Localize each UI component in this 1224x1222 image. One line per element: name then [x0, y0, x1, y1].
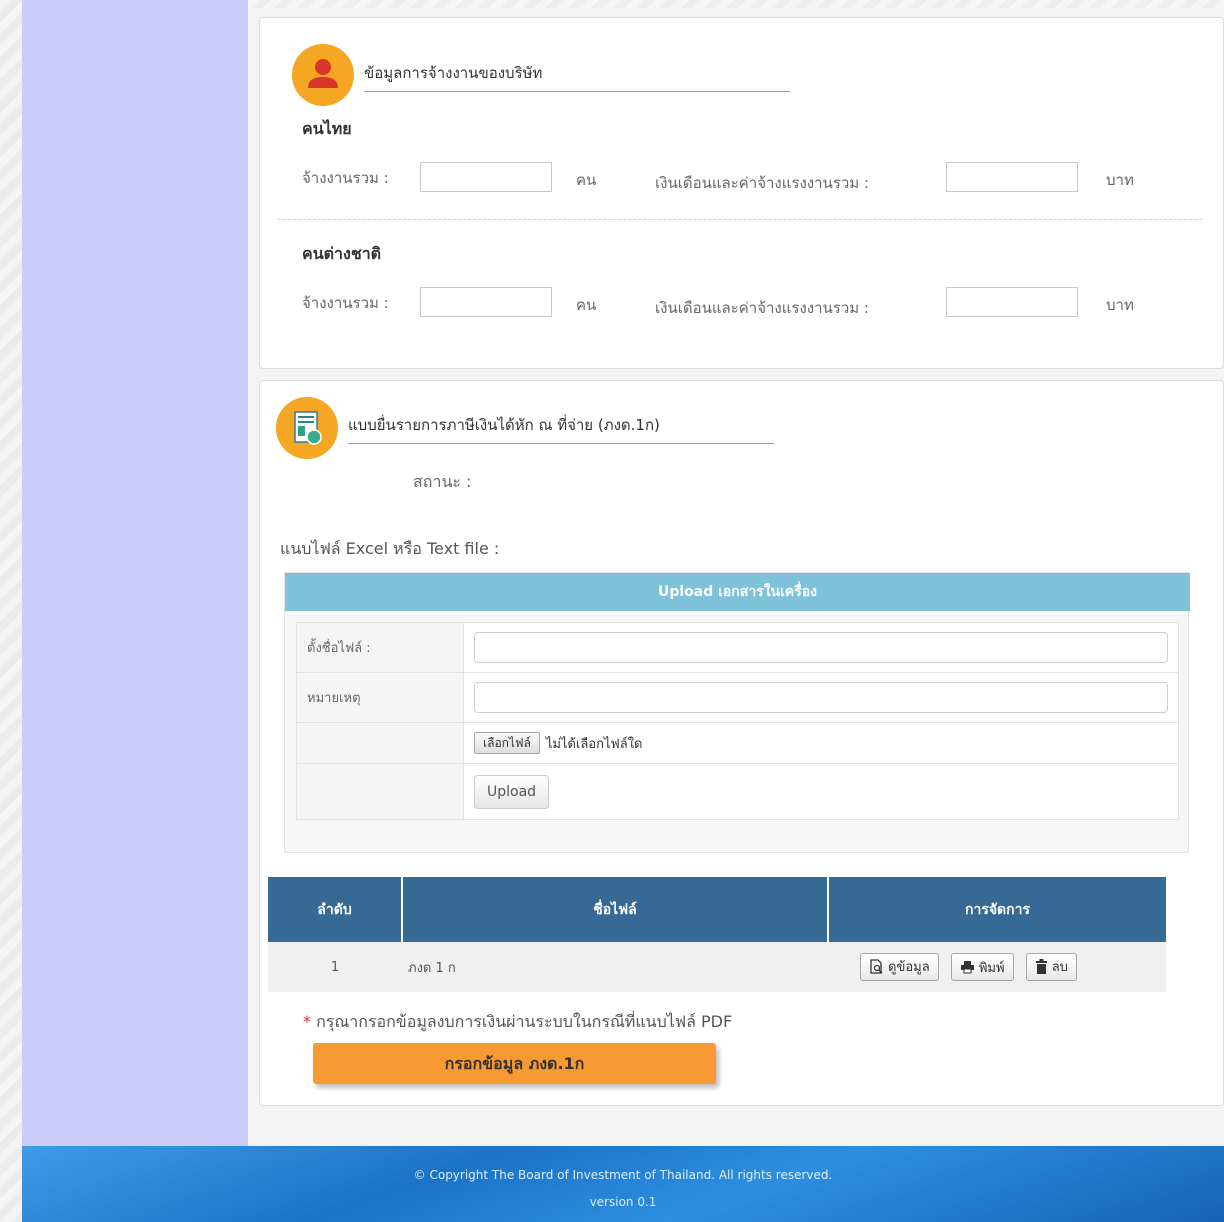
- foreign-salary-label: เงินเดือนและค่าจ้างแรงงานรวม :: [655, 299, 869, 317]
- attach-file-label: แนบไฟล์ Excel หรือ Text file :: [280, 539, 500, 558]
- row-filename: ภงด 1 ก: [402, 942, 828, 992]
- file-list-table: ลำดับ ชื่อไฟล์ การจัดการ 1 ภงด 1 ก ดูข้อ…: [268, 877, 1166, 992]
- column-header-filename: ชื่อไฟล์: [402, 877, 829, 942]
- document-chart-icon: [276, 397, 338, 459]
- pdf-note: * กรุณากรอกข้อมูลงบการเงินผ่านระบบในกรณี…: [303, 1010, 732, 1035]
- print-button[interactable]: พิมพ์: [950, 953, 1014, 982]
- view-document-icon: [870, 959, 883, 974]
- foreign-salary-input[interactable]: [946, 287, 1078, 317]
- print-button-label: พิมพ์: [978, 960, 1005, 976]
- foreign-employees-input[interactable]: [420, 287, 552, 317]
- column-header-order: ลำดับ: [268, 877, 403, 942]
- upload-button-row: Upload: [296, 763, 1179, 820]
- file-picker-row: เลือกไฟล์ ไม่ได้เลือกไฟล์ใด: [296, 722, 1179, 764]
- delete-button-label: ลบ: [1051, 960, 1068, 976]
- thai-employees-label: จ้างงานรวม :: [302, 169, 389, 187]
- column-header-actions: การจัดการ: [828, 877, 1166, 942]
- no-file-chosen-text: ไม่ได้เลือกไฟล์ใด: [545, 736, 643, 752]
- thai-group-label: คนไทย: [302, 119, 352, 138]
- view-button-label: ดูข้อมูล: [888, 960, 930, 976]
- view-button[interactable]: ดูข้อมูล: [860, 952, 939, 981]
- filename-label: ตั้งชื่อไฟล์ :: [296, 622, 464, 673]
- thai-salary-unit: บาท: [1106, 171, 1134, 189]
- remark-row: หมายเหตุ: [296, 672, 1179, 723]
- tax-form-title: แบบยื่นรายการภาษีเงินได้หัก ณ ที่จ่าย (ภ…: [348, 413, 774, 444]
- upload-button[interactable]: Upload: [474, 774, 550, 809]
- foreign-employees-unit: คน: [576, 296, 597, 314]
- version-text: version 0.1: [589, 1195, 657, 1209]
- top-strip: [248, 0, 1224, 8]
- copyright-text: © Copyright The Board of Investment of T…: [413, 1168, 833, 1182]
- remark-input[interactable]: [474, 682, 1168, 713]
- pdf-note-text: กรุณากรอกข้อมูลงบการเงินผ่านระบบในกรณีที…: [316, 1012, 733, 1031]
- row-order: 1: [268, 942, 402, 992]
- foreign-employees-label: จ้างงานรวม :: [302, 294, 389, 312]
- status-label: สถานะ :: [413, 472, 472, 491]
- choose-file-button[interactable]: เลือกไฟล์: [474, 732, 540, 754]
- delete-button[interactable]: ลบ: [1025, 952, 1077, 981]
- user-icon: [292, 44, 354, 106]
- footer: © Copyright The Board of Investment of T…: [22, 1146, 1224, 1222]
- thai-employees-unit: คน: [576, 171, 597, 189]
- table-row: 1 ภงด 1 ก ดูข้อมูล พิมพ์ ลบ: [268, 942, 1166, 992]
- upload-form-table: ตั้งชื่อไฟล์ : หมายเหตุ เลือกไฟล์ ไม่ได้เ…: [296, 622, 1179, 820]
- thai-salary-label: เงินเดือนและค่าจ้างแรงงานรวม :: [655, 174, 869, 192]
- fill-pnd1k-button[interactable]: กรอกข้อมูล ภงด.1ก: [313, 1043, 716, 1084]
- foreign-salary-unit: บาท: [1106, 296, 1134, 314]
- upload-section: Upload เอกสารในเครื่อง ตั้งชื่อไฟล์ : หม…: [284, 572, 1190, 853]
- filename-input[interactable]: [474, 632, 1168, 663]
- filename-row: ตั้งชื่อไฟล์ :: [296, 622, 1179, 673]
- required-star: *: [303, 1012, 311, 1031]
- trash-icon: [1035, 959, 1047, 975]
- remark-label: หมายเหตุ: [296, 672, 464, 723]
- upload-header: Upload เอกสารในเครื่อง: [285, 573, 1190, 611]
- group-divider: [278, 219, 1202, 220]
- thai-employees-input[interactable]: [420, 162, 552, 192]
- employment-title: ข้อมูลการจ้างงานของบริษัท: [364, 61, 790, 92]
- print-icon: [960, 961, 974, 974]
- left-edge: [0, 0, 22, 1222]
- foreign-group-label: คนต่างชาติ: [302, 244, 382, 263]
- thai-salary-input[interactable]: [946, 162, 1078, 192]
- sidebar: [22, 0, 248, 1146]
